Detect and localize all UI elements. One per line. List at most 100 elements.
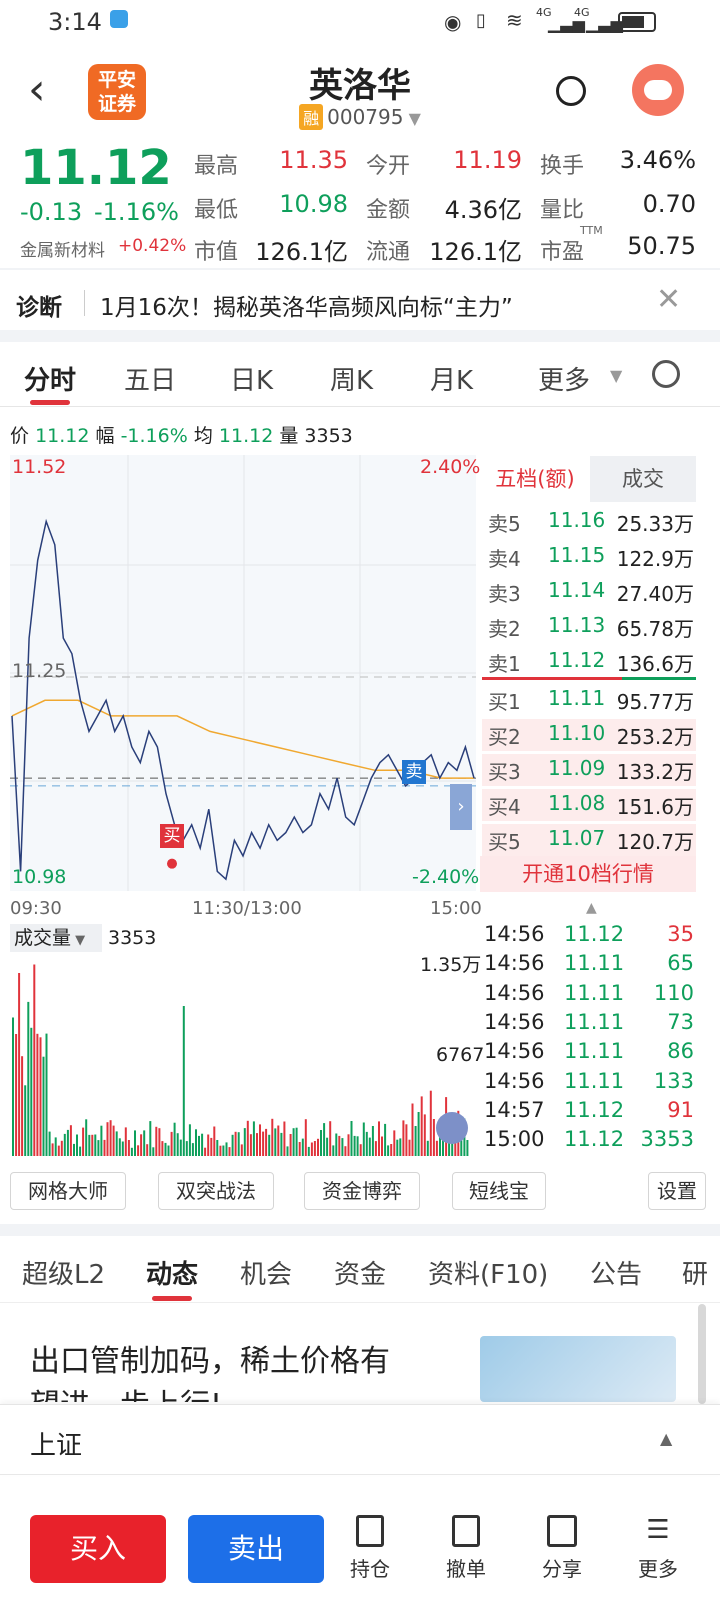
assistant-avatar-icon[interactable]	[632, 64, 684, 116]
tab-0[interactable]: 分时	[24, 360, 76, 397]
sub-tab-2[interactable]: 机会	[240, 1254, 292, 1291]
volume-bar	[173, 1122, 176, 1156]
sub-tab-3[interactable]: 资金	[334, 1254, 386, 1291]
buy-button[interactable]: 买入	[30, 1515, 166, 1583]
tab-2[interactable]: 日K	[230, 360, 273, 397]
status-time: 3:14	[48, 8, 102, 36]
volume-bar	[216, 1140, 219, 1156]
info-price: 11.12	[35, 425, 90, 447]
volume-bar	[368, 1137, 371, 1156]
volume-bar	[27, 1001, 30, 1156]
volume-bar	[399, 1138, 402, 1156]
stock-code-row[interactable]: 融 000795 ▼	[0, 104, 720, 130]
tool-button-3[interactable]: 短线宝	[452, 1172, 546, 1210]
wifi-icon: ≋	[506, 8, 523, 32]
volume-bar	[195, 1129, 197, 1156]
upgrade-level10-button[interactable]: 开通10档行情	[480, 856, 696, 892]
price-line	[11, 518, 475, 881]
volume-bar	[39, 1037, 42, 1156]
volume-bar	[115, 1131, 118, 1156]
volume-bar	[204, 1147, 207, 1156]
book-label: 买3	[488, 760, 521, 784]
info-avg: 11.12	[218, 425, 274, 447]
book-amount: 120.7万	[616, 830, 694, 854]
volume-bar	[435, 1140, 438, 1156]
trade-volume: 3353	[640, 1127, 694, 1152]
tool-button-4[interactable]: 设置	[648, 1172, 706, 1210]
volume-bar	[54, 1137, 57, 1156]
volume-bar	[170, 1131, 173, 1156]
volume-bar	[356, 1136, 359, 1156]
cancel-label: 撤单	[446, 1557, 486, 1581]
trade-time: 14:56	[484, 1068, 545, 1093]
share-label: 分享	[542, 1557, 582, 1581]
book-amount: 95.77万	[616, 690, 694, 714]
sub-tab-indicator	[152, 1296, 192, 1301]
holdings-button[interactable]: 持仓	[330, 1515, 410, 1582]
book-label: 买2	[488, 725, 521, 749]
tab-order-book[interactable]: 五档(额)	[480, 456, 590, 502]
scrollbar[interactable]	[698, 1304, 706, 1404]
sector-name[interactable]: 金属新材料	[20, 236, 105, 261]
tool-button-2[interactable]: 资金博弈	[304, 1172, 420, 1210]
sell-marker[interactable]: 卖	[402, 760, 426, 784]
ttm-label: TTM	[580, 224, 603, 237]
chevron-up-icon[interactable]: ▲	[586, 900, 597, 916]
volume-bar	[66, 1129, 69, 1156]
tab-3[interactable]: 周K	[330, 360, 373, 397]
tab-trades[interactable]: 成交	[590, 456, 696, 502]
divider	[0, 1474, 720, 1475]
volume-label: 成交量	[14, 927, 72, 949]
trade-price: 11.11	[564, 1068, 625, 1093]
chevron-right-icon[interactable]: ›	[450, 784, 472, 830]
info-avg-label: 均	[193, 425, 213, 447]
more-button[interactable]: ☰ 更多	[618, 1515, 698, 1582]
volume-bar	[362, 1122, 365, 1156]
diagnosis-text[interactable]: 1月16次！揭秘英洛华高频风向标“主力”	[100, 288, 513, 322]
pct-bottom-label: -2.40%	[412, 866, 480, 888]
volume-bar	[286, 1146, 289, 1156]
sell-button[interactable]: 卖出	[188, 1515, 324, 1583]
info-price-label: 价	[10, 425, 30, 447]
sub-tab-6[interactable]: 研	[682, 1254, 708, 1291]
tab-1[interactable]: 五日	[124, 360, 176, 397]
volume-bar	[265, 1128, 268, 1156]
volume-bar	[283, 1121, 286, 1156]
volume-bar	[179, 1139, 182, 1156]
tool-button-1[interactable]: 双突战法	[158, 1172, 274, 1210]
trade-time: 14:56	[484, 951, 545, 976]
tab-5[interactable]: 更多	[538, 360, 590, 397]
volume-selector[interactable]: 成交量 ▼	[10, 924, 102, 952]
bid-ask-bar-red	[482, 677, 622, 680]
volume-bar	[88, 1134, 91, 1156]
settings-icon[interactable]	[652, 360, 680, 388]
volume-bar	[307, 1146, 310, 1156]
close-icon[interactable]: ✕	[656, 282, 681, 317]
sub-tab-5[interactable]: 公告	[590, 1254, 642, 1291]
volume-bar	[234, 1131, 237, 1156]
sub-tab-1[interactable]: 动态	[146, 1254, 198, 1291]
search-icon[interactable]	[556, 76, 586, 106]
buy-marker[interactable]: 买	[160, 824, 184, 848]
index-bar[interactable]: 上证 ▲	[0, 1404, 720, 1474]
pct-top-label: 2.40%	[420, 456, 481, 478]
news-thumbnail[interactable]	[480, 1336, 676, 1402]
sub-tab-0[interactable]: 超级L2	[22, 1254, 105, 1291]
news-headline-2: 望进一步上行!	[30, 1384, 460, 1402]
volume-bar	[417, 1112, 420, 1156]
cancel-order-button[interactable]: 撤单	[426, 1515, 506, 1582]
volume-bar	[45, 1033, 48, 1156]
volume-bar	[201, 1133, 204, 1156]
tab-4[interactable]: 月K	[430, 360, 473, 397]
sub-tab-4[interactable]: 资料(F10)	[428, 1254, 548, 1291]
news-card[interactable]: 出口管制加码，稀土价格有 望进一步上行!	[30, 1340, 460, 1402]
book-label: 卖1	[488, 652, 521, 676]
volume-bar	[237, 1132, 240, 1156]
share-button[interactable]: 分享	[522, 1515, 602, 1582]
tool-button-0[interactable]: 网格大师	[10, 1172, 126, 1210]
book-price: 11.10	[548, 721, 606, 745]
volume-bar	[176, 1133, 179, 1156]
chevron-up-icon[interactable]: ▲	[660, 1429, 672, 1448]
volume-bar	[402, 1120, 405, 1156]
fullscreen-icon[interactable]	[436, 1112, 468, 1144]
